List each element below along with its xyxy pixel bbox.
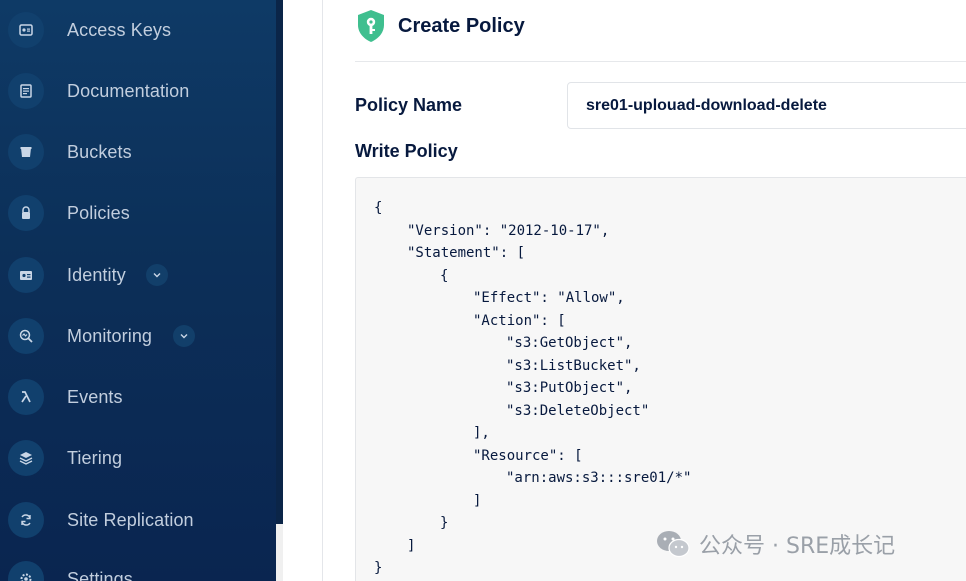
- page-title: Create Policy: [398, 14, 525, 37]
- chevron-down-icon[interactable]: [173, 325, 195, 347]
- bucket-icon: [8, 134, 44, 170]
- sidebar-item-site-replication[interactable]: Site Replication: [0, 498, 276, 542]
- page-header: Create Policy: [356, 6, 525, 46]
- wechat-icon: [657, 531, 690, 558]
- code-line: "s3:GetObject",: [506, 335, 633, 351]
- policy-name-input[interactable]: [567, 82, 966, 129]
- policy-code-editor[interactable]: { "Version": "2012-10-17", "Statement": [ {…: [355, 177, 966, 581]
- sidebar-item-label: Settings: [67, 568, 133, 581]
- monitoring-icon: [8, 318, 44, 354]
- sidebar-item-buckets[interactable]: Buckets: [0, 130, 276, 174]
- lambda-icon: [8, 379, 44, 415]
- sidebar-item-monitoring[interactable]: Monitoring: [0, 314, 276, 358]
- code-line: "Action": [: [473, 312, 566, 329]
- chevron-down-icon[interactable]: [146, 264, 168, 286]
- code-line: "Statement": [: [407, 245, 526, 261]
- layers-icon: [8, 440, 44, 476]
- code-line: }: [374, 560, 383, 576]
- gear-icon: [8, 561, 44, 581]
- sidebar-item-label: Access Keys: [67, 19, 172, 40]
- id-card-icon: [8, 257, 44, 293]
- write-policy-label: Write Policy: [355, 141, 458, 161]
- watermark-text: 公众号 · SRE成长记: [699, 534, 896, 559]
- documentation-icon: [8, 73, 44, 109]
- sidebar-item-label: Identity: [67, 264, 126, 285]
- code-line: "Version": "2012-10-17",: [407, 222, 610, 239]
- sidebar-item-label: Documentation: [67, 80, 190, 101]
- access-keys-icon: [8, 12, 44, 48]
- code-line: "Resource": [: [473, 447, 583, 464]
- header-divider: [355, 61, 966, 62]
- code-line: "s3:DeleteObject": [506, 402, 650, 419]
- shield-key-icon: [358, 10, 384, 42]
- policy-name-label: Policy Name: [355, 95, 463, 115]
- content-divider: [322, 0, 323, 581]
- sidebar-item-policies[interactable]: Policies: [0, 191, 276, 235]
- sidebar-item-label: Policies: [67, 202, 130, 223]
- code-line: "arn:aws:s3:::sre01/*": [506, 470, 692, 486]
- sidebar-item-label: Events: [67, 386, 123, 407]
- code-line: }: [440, 515, 449, 531]
- lock-icon: [8, 195, 44, 231]
- sidebar-item-identity[interactable]: Identity: [0, 253, 276, 297]
- code-line: {: [374, 200, 383, 216]
- watermark: 公众号 · SRE成长记: [655, 527, 895, 561]
- sidebar-item-label: Tiering: [67, 447, 123, 468]
- replication-icon: [8, 502, 44, 538]
- sidebar-item-events[interactable]: Events: [0, 375, 276, 419]
- sidebar-item-tiering[interactable]: Tiering: [0, 436, 276, 480]
- sidebar-item-access-keys[interactable]: Access Keys: [0, 8, 276, 52]
- sidebar: Access Keys Documentation Buckets Polici…: [0, 0, 276, 581]
- sidebar-item-label: Monitoring: [67, 325, 153, 346]
- code-line: "s3:PutObject",: [506, 380, 633, 396]
- sidebar-item-label: Buckets: [67, 141, 132, 162]
- code-line: ],: [473, 425, 490, 441]
- sidebar-item-label: Site Replication: [67, 509, 194, 530]
- code-line: "s3:ListBucket",: [506, 357, 641, 374]
- sidebar-item-documentation[interactable]: Documentation: [0, 69, 276, 113]
- code-line: ]: [407, 537, 416, 554]
- sidebar-item-settings[interactable]: Settings: [0, 557, 276, 581]
- code-line: "Effect": "Allow",: [473, 290, 625, 306]
- code-line: ]: [473, 492, 482, 509]
- code-line: {: [440, 267, 449, 284]
- sidebar-scrollbar-thumb[interactable]: [276, 0, 283, 524]
